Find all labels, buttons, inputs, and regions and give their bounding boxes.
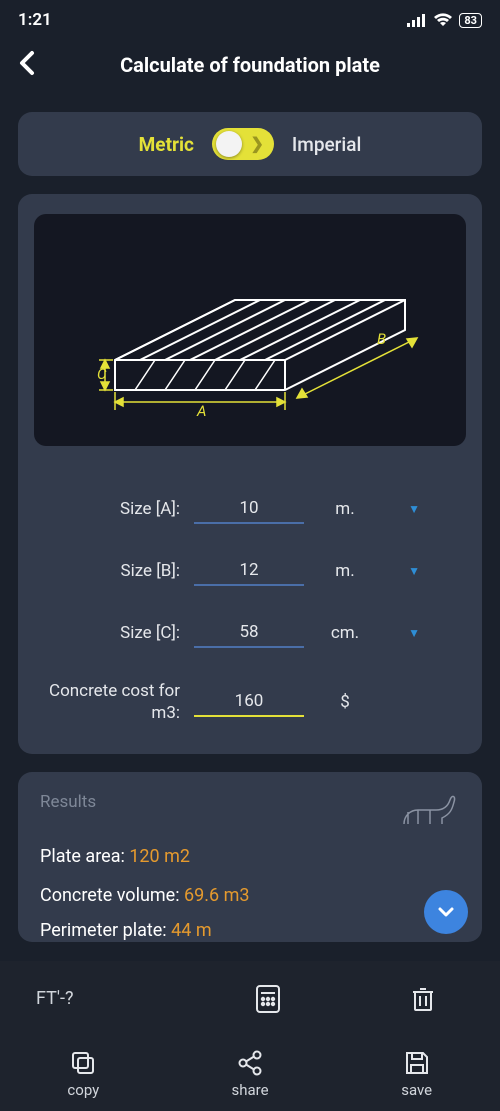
ft-converter-button[interactable]: FT'-? [0,961,191,1036]
save-icon [403,1049,431,1077]
form-row: Size [A]: m. ▼ [34,494,466,524]
status-icons: 83 [407,13,482,28]
trash-icon [410,984,436,1014]
form-row: Size [C]: cm. ▼ [34,618,466,648]
diagram-svg: A B C [75,230,425,430]
results-card: Results Plate area: 120 m2 Concrete volu… [18,772,482,942]
calculator-icon [254,984,282,1014]
share-icon [236,1049,264,1077]
calculator-button[interactable] [191,961,346,1036]
foundation-diagram: A B C [34,214,466,446]
copy-icon [69,1049,97,1077]
row-unit: m. [304,499,368,519]
expand-fab[interactable] [424,890,468,934]
input-card: A B C Size [A]: m. ▼ [18,194,482,754]
row-unit: cm. [304,623,368,643]
unit-imperial-label[interactable]: Imperial [292,133,361,156]
form-row: Concrete cost for m3: $ [34,680,466,724]
size-a-input[interactable] [194,494,304,524]
dim-c-label: C [97,365,107,383]
form-row: Size [B]: m. ▼ [34,556,466,586]
battery-icon: 83 [459,13,482,28]
row-label: Size [C]: [34,623,194,643]
chevron-down-icon [436,902,456,922]
signal-icon [407,13,427,27]
result-line: Perimeter plate: 44 m [40,920,460,941]
result-line: Concrete volume: 69.6 m3 [40,885,460,906]
dim-b-label: B [377,330,386,348]
toggle-knob [216,131,242,157]
dim-a-label: A [196,402,207,420]
unit-toggle[interactable]: ❯ [212,128,274,160]
unit-metric-label[interactable]: Metric [139,133,194,156]
row-label: Concrete cost for m3: [34,680,194,724]
chevron-right-icon: ❯ [250,134,263,153]
save-button[interactable]: save [333,1036,500,1111]
size-c-input[interactable] [194,618,304,648]
cat-icon [400,792,460,828]
delete-button[interactable] [345,961,500,1036]
row-unit: $ [304,692,368,712]
size-b-input[interactable] [194,556,304,586]
cost-input[interactable] [194,687,304,717]
nav-header: Calculate of foundation plate [0,30,500,94]
status-time: 1:21 [18,10,52,30]
row-label: Size [B]: [34,561,194,581]
result-line: Plate area: 120 m2 [40,846,460,867]
status-bar: 1:21 83 [0,0,500,30]
row-label: Size [A]: [34,499,194,519]
unit-toggle-card: Metric ❯ Imperial [18,112,482,176]
bottom-toolbar: FT'-? copy share save [0,961,500,1111]
unit-dropdown[interactable]: ▼ [368,564,420,578]
back-button[interactable] [18,50,54,80]
share-button[interactable]: share [167,1036,334,1111]
input-form: Size [A]: m. ▼ Size [B]: m. ▼ Size [C]: … [34,494,466,724]
row-unit: m. [304,561,368,581]
unit-dropdown[interactable]: ▼ [368,626,420,640]
unit-dropdown[interactable]: ▼ [368,502,420,516]
chevron-left-icon [18,50,36,76]
page-title: Calculate of foundation plate [54,53,482,77]
results-heading: Results [40,792,96,812]
copy-button[interactable]: copy [0,1036,167,1111]
wifi-icon [433,13,453,27]
